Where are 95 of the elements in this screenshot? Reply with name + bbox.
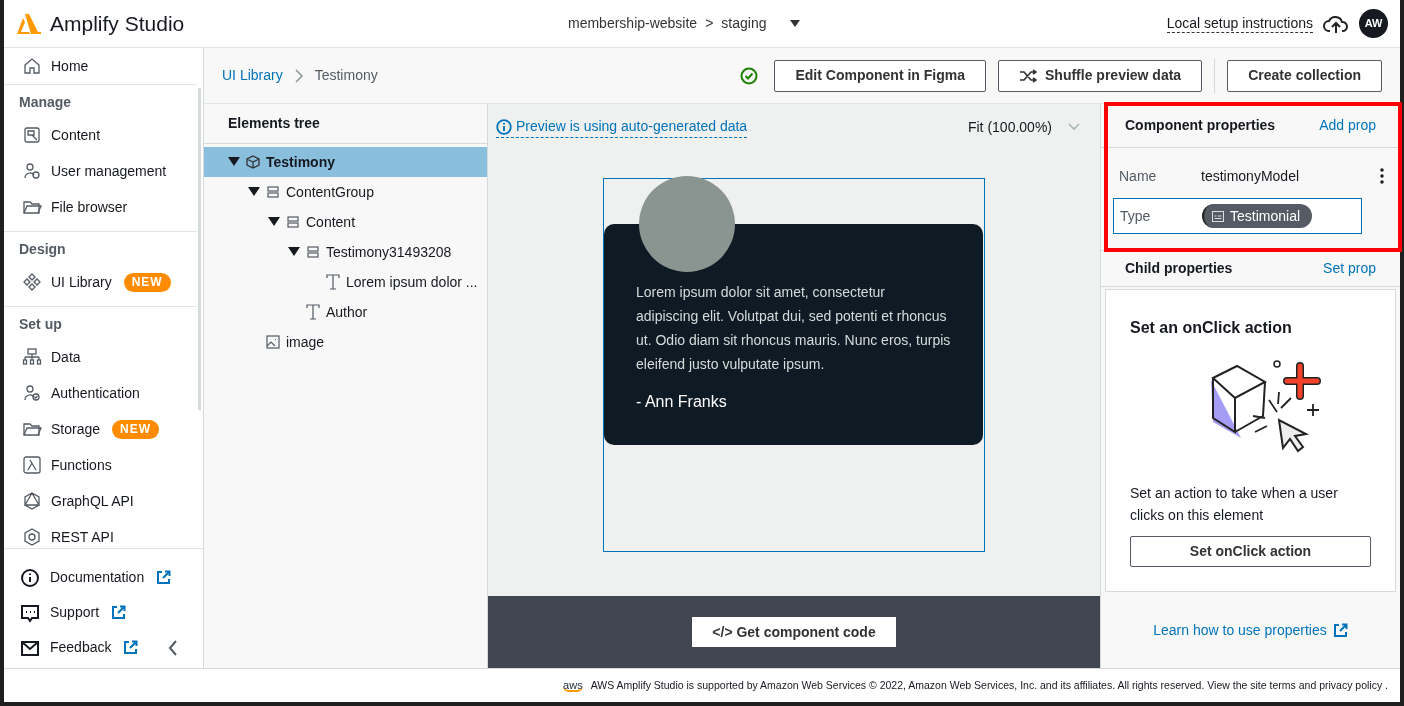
more-options-icon[interactable]: [1380, 168, 1384, 184]
external-nav-link[interactable]: Documentation: [50, 567, 172, 588]
expand-triangle-icon[interactable]: [248, 187, 260, 197]
nav-item[interactable]: Storage NEW: [4, 411, 197, 447]
content-icon: [22, 125, 42, 145]
app-title: Amplify Studio: [50, 10, 185, 37]
aws-logo: aws: [563, 679, 583, 692]
card-description: Set an action to take when a user clicks on this element: [1130, 484, 1339, 525]
expand-triangle-icon[interactable]: [288, 247, 300, 257]
nav-item[interactable]: Authentication: [4, 375, 197, 411]
hexagon-icon: [22, 527, 42, 547]
shuffle-icon: [1019, 68, 1037, 83]
add-prop-link[interactable]: Add prop: [1319, 115, 1376, 136]
chat-icon: [20, 602, 40, 623]
path-separator: >: [705, 14, 714, 33]
card-title: Set an onClick action: [1130, 318, 1293, 338]
property-label: Name: [1119, 166, 1158, 186]
project-name[interactable]: membership-website: [568, 13, 698, 34]
diamond-grid-icon: [22, 272, 42, 292]
user-check-icon: [22, 383, 42, 403]
new-badge: NEW: [112, 419, 160, 439]
home-icon: [22, 56, 42, 76]
image-icon: [266, 335, 280, 349]
panel-title: Elements tree: [228, 114, 320, 133]
tree-item[interactable]: ContentGroup: [204, 177, 487, 207]
nav-item[interactable]: File browser: [4, 189, 197, 225]
collapse-chevron-icon[interactable]: [168, 639, 179, 656]
author-name: - Ann Franks: [636, 392, 728, 412]
info-icon: [20, 567, 40, 588]
property-value: testimonyModel: [1201, 166, 1301, 186]
amplify-logo-icon: [16, 13, 42, 34]
chevron-down-icon: [1068, 123, 1080, 131]
expand-triangle-icon[interactable]: [268, 217, 280, 227]
external-nav-link[interactable]: Support: [50, 602, 127, 623]
nav-item[interactable]: Content: [4, 117, 197, 153]
cloud-upload-icon[interactable]: [1323, 13, 1349, 34]
section-heading: Manage: [18, 93, 73, 112]
rows-icon: [266, 185, 280, 199]
panel-title: Child properties: [1125, 259, 1234, 278]
preview-notice-link[interactable]: Preview is using auto-generated data: [496, 116, 748, 138]
users-icon: [22, 161, 42, 181]
set-prop-link[interactable]: Set prop: [1323, 258, 1376, 279]
text-type-icon: [306, 304, 320, 320]
card-icon: [1212, 210, 1224, 222]
external-link-icon: [123, 640, 139, 655]
scrollbar-thumb[interactable]: [198, 88, 201, 410]
nav-item[interactable]: GraphQL API: [4, 483, 197, 519]
set-onclick-button[interactable]: Set onClick action: [1130, 536, 1371, 567]
tree-item[interactable]: Author: [204, 297, 487, 327]
footer-text: AWS Amplify Studio is supported by Amazon Web Services © 2022, Amazon Web Services, Inc. and its affiliates. All rights reserved. View the site terms and privacy policy .: [590, 677, 1388, 693]
rows-icon: [286, 215, 300, 229]
toolbar-button[interactable]: Create collection: [1227, 59, 1382, 92]
nav-item[interactable]: Data: [4, 339, 197, 375]
learn-properties-link[interactable]: Learn how to use properties: [1153, 619, 1348, 641]
zoom-select[interactable]: Fit (100.00%): [967, 116, 1080, 138]
breadcrumb-current: Testimony: [314, 66, 378, 85]
external-link-icon: [111, 605, 127, 620]
external-link-icon: [1332, 622, 1348, 638]
nav-item[interactable]: UI Library NEW: [4, 264, 197, 300]
nav-item[interactable]: Functions: [4, 447, 197, 483]
toolbar-button[interactable]: Shuffle preview data: [998, 59, 1203, 92]
get-code-button[interactable]: </> Get component code: [692, 617, 896, 647]
check-circle-icon: [740, 66, 759, 85]
breadcrumb-link[interactable]: UI Library: [222, 65, 283, 86]
toolbar-button[interactable]: Edit Component in Figma: [774, 59, 986, 92]
tree-item[interactable]: Testimony: [204, 147, 487, 177]
text-type-icon: [326, 274, 340, 290]
cube-icon: [246, 155, 260, 169]
nav-item[interactable]: REST API: [4, 519, 197, 548]
expand-triangle-icon[interactable]: [228, 157, 240, 167]
dropdown-caret-icon[interactable]: [788, 19, 801, 28]
nav-item[interactable]: Home: [4, 48, 197, 84]
nav-item[interactable]: User management: [4, 153, 197, 189]
chevron-right-icon: [294, 68, 303, 83]
tree-item[interactable]: image: [204, 327, 487, 357]
environment-name[interactable]: staging: [721, 13, 767, 34]
graphql-icon: [22, 491, 42, 511]
type-chip[interactable]: Testimonial: [1202, 204, 1313, 228]
tree-item[interactable]: Testimony31493208: [204, 237, 487, 267]
hierarchy-icon: [22, 347, 42, 367]
section-heading: Design: [18, 240, 67, 259]
rows-icon: [306, 245, 320, 259]
new-badge: NEW: [123, 272, 171, 292]
property-label: Type: [1120, 206, 1152, 226]
tree-item[interactable]: Lorem ipsum dolor ...: [204, 267, 487, 297]
external-nav-link[interactable]: Feedback: [50, 637, 139, 658]
external-link-icon: [156, 570, 172, 585]
testimony-text: Lorem ipsum dolor sit amet, consectetur adipiscing elit. Volutpat dui, sed potenti et rhoncus ut. Odio diam sit rhoncus mauris. Nunc eros, turpis eleifend justo vulputate ipsum.: [636, 283, 951, 374]
section-heading: Set up: [18, 315, 63, 334]
lambda-icon: [22, 455, 42, 475]
info-icon: [496, 118, 512, 135]
tree-item[interactable]: Content: [204, 207, 487, 237]
setup-instructions-link[interactable]: Local setup instructions: [1166, 14, 1313, 33]
panel-title: Component properties: [1125, 116, 1277, 135]
user-avatar[interactable]: AW: [1359, 9, 1388, 38]
